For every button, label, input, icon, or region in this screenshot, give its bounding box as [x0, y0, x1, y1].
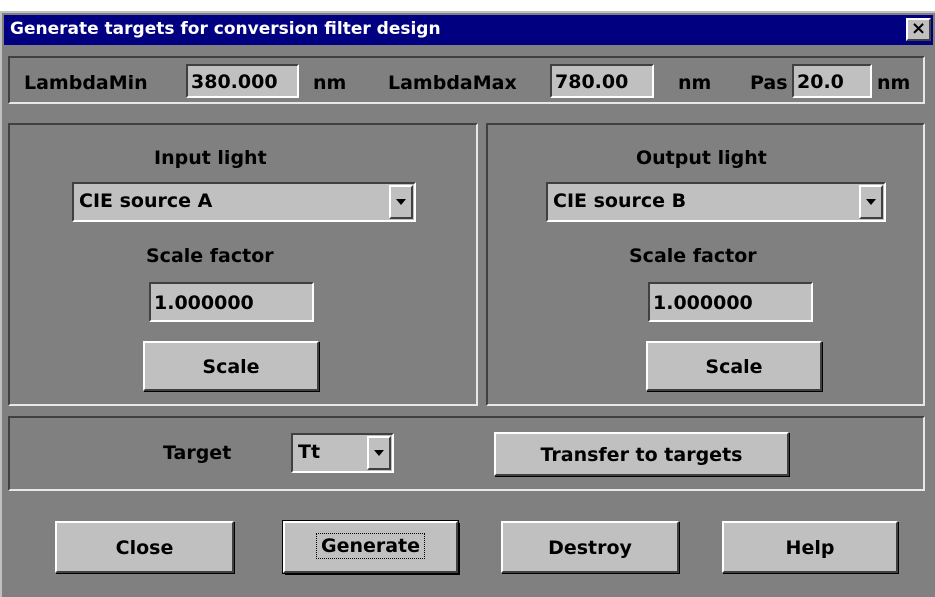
background-document-text	[0, 0, 935, 3]
output-light-source-value: CIE source B	[553, 190, 687, 212]
close-button[interactable]: Close	[55, 521, 234, 573]
window-title: Generate targets for conversion filter d…	[10, 19, 441, 39]
help-button[interactable]: Help	[722, 521, 898, 573]
lambda-min-unit: nm	[313, 72, 347, 94]
lambda-max-unit: nm	[678, 72, 712, 94]
chevron-down-icon[interactable]	[859, 185, 883, 219]
dialog-window: Generate targets for conversion filter d…	[0, 11, 935, 597]
help-button-label: Help	[785, 537, 835, 559]
pas-label: Pas	[750, 72, 788, 94]
destroy-button[interactable]: Destroy	[501, 521, 679, 573]
chevron-down-icon[interactable]	[367, 436, 391, 470]
transfer-to-targets-label: Transfer to targets	[540, 444, 743, 466]
output-light-panel: Output light CIE source B Scale factor 1…	[486, 123, 925, 406]
lambda-min-input[interactable]: 380.000	[186, 64, 299, 98]
target-select[interactable]: Tt	[291, 433, 394, 473]
output-light-heading: Output light	[636, 147, 767, 169]
generate-button[interactable]: Generate	[283, 521, 458, 573]
lambda-max-label: LambdaMax	[388, 72, 517, 94]
input-scale-factor-input[interactable]: 1.000000	[149, 282, 314, 322]
output-scale-factor-input[interactable]: 1.000000	[648, 282, 813, 322]
title-bar: Generate targets for conversion filter d…	[4, 15, 933, 45]
input-light-source-value: CIE source A	[79, 190, 213, 212]
input-light-source-select[interactable]: CIE source A	[72, 182, 416, 222]
close-button-label: Close	[115, 537, 174, 559]
input-scale-button[interactable]: Scale	[143, 341, 319, 391]
pas-unit: nm	[877, 72, 911, 94]
generate-button-label: Generate	[315, 533, 426, 559]
output-scale-button-label: Scale	[705, 356, 763, 378]
target-panel: Target Tt Transfer to targets	[8, 416, 925, 491]
output-scale-button[interactable]: Scale	[646, 341, 822, 391]
target-select-value: Tt	[298, 441, 321, 463]
input-light-panel: Input light CIE source A Scale factor 1.…	[8, 123, 478, 406]
destroy-button-label: Destroy	[548, 537, 632, 559]
pas-input[interactable]: 20.0	[792, 64, 872, 98]
transfer-to-targets-button[interactable]: Transfer to targets	[494, 432, 789, 476]
chevron-down-icon[interactable]	[389, 185, 413, 219]
lambda-min-label: LambdaMin	[24, 72, 148, 94]
wavelength-range-panel: LambdaMin 380.000 nm LambdaMax 780.00 nm…	[8, 56, 925, 104]
lambda-max-input[interactable]: 780.00	[550, 64, 654, 98]
close-icon[interactable]: ×	[906, 18, 931, 41]
output-light-source-select[interactable]: CIE source B	[546, 182, 886, 222]
input-light-heading: Input light	[154, 147, 267, 169]
input-scale-button-label: Scale	[202, 356, 260, 378]
input-scale-factor-label: Scale factor	[146, 245, 274, 267]
target-label: Target	[163, 442, 232, 464]
output-scale-factor-label: Scale factor	[629, 245, 757, 267]
